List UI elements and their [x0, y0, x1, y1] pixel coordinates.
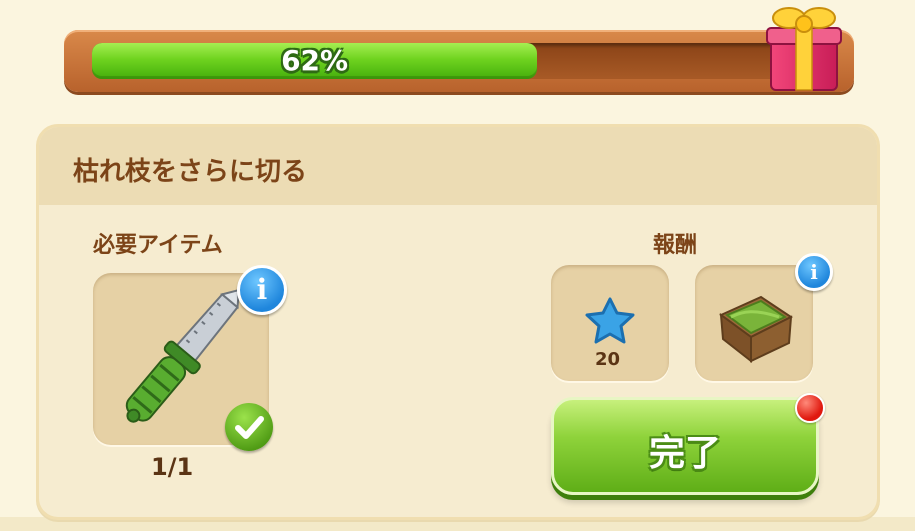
- reward-star-amount: 20: [595, 349, 621, 370]
- task-header: 枯れ枝をさらに切る: [39, 127, 877, 205]
- progress-track: 62%: [92, 43, 810, 79]
- progress-percent-label: 62%: [281, 44, 349, 77]
- required-item-count: 1/1: [151, 453, 194, 481]
- complete-button-label: 完了: [648, 433, 721, 474]
- reward-info-icon[interactable]: i: [795, 253, 833, 291]
- gift-box-icon[interactable]: [763, 0, 847, 96]
- checkmark-icon: [225, 403, 273, 451]
- reward-slot-crate[interactable]: [695, 265, 813, 381]
- reward-label: 報酬: [653, 233, 698, 258]
- complete-button[interactable]: 完了: [551, 397, 819, 495]
- task-title: 枯れ枝をさらに切る: [73, 157, 308, 187]
- required-items-label: 必要アイテム: [93, 233, 223, 258]
- task-panel: 枯れ枝をさらに切る 必要アイテム i 1/1 報酬 20 i 完了: [36, 124, 880, 520]
- required-item-info-icon[interactable]: i: [237, 265, 287, 315]
- notification-dot-icon: [795, 393, 825, 423]
- grass-crate-icon: [719, 295, 793, 364]
- progress-bar: 62%: [64, 30, 854, 92]
